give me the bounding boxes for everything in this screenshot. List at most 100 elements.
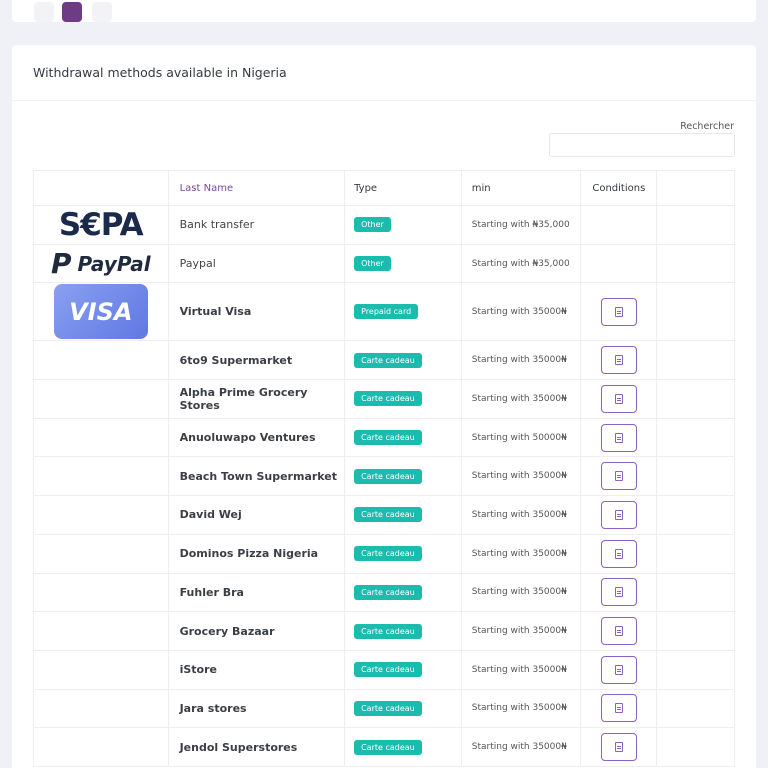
min-amount: Starting with 35000₦: [471, 355, 567, 366]
row-type-cell: Carte cadeau: [345, 418, 462, 457]
document-icon: [614, 548, 623, 559]
row-conditions-cell: [581, 496, 658, 534]
method-name: David Wej: [179, 508, 242, 522]
type-badge: Prepaid card: [354, 304, 419, 320]
row-name-cell: Grocery Bazaar: [169, 612, 346, 650]
row-logo: [34, 457, 169, 496]
min-amount: Starting with 35000₦: [471, 626, 567, 637]
table-row: VISA Virtual Visa Prepaid card Starting …: [34, 283, 734, 342]
row-name-cell: Jara stores: [169, 689, 346, 728]
document-icon: [614, 509, 623, 520]
min-amount: Starting with 35000₦: [471, 742, 567, 753]
row-spacer: [657, 341, 734, 379]
row-conditions-cell: [581, 244, 658, 283]
pagination-card: [12, 0, 756, 22]
row-type-cell: Carte cadeau: [345, 380, 462, 418]
row-spacer: [657, 380, 734, 418]
row-type-cell: Carte cadeau: [345, 573, 462, 612]
row-type-cell: Carte cadeau: [345, 650, 462, 689]
min-amount: Starting with 35000₦: [471, 306, 567, 317]
row-min-cell: Starting with 35000₦: [462, 496, 582, 534]
document-icon: [614, 626, 623, 637]
document-icon: [614, 664, 623, 675]
conditions-button[interactable]: [600, 617, 637, 646]
visa-logo: VISA: [53, 284, 148, 340]
type-badge: Carte cadeau: [354, 662, 422, 678]
type-badge: Carte cadeau: [354, 468, 422, 484]
row-spacer: [657, 612, 734, 650]
row-type-cell: Other: [345, 244, 462, 283]
row-min-cell: Starting with 35000₦: [462, 650, 582, 689]
type-badge: Carte cadeau: [354, 507, 422, 523]
header-type[interactable]: Type: [345, 171, 462, 205]
row-min-cell: Starting with 35000₦: [462, 728, 582, 766]
table-row: David Wej Carte cadeau Starting with 350…: [34, 496, 734, 535]
search-label: Rechercher: [680, 121, 734, 132]
row-spacer: [657, 457, 734, 495]
conditions-button[interactable]: [600, 694, 637, 723]
conditions-button[interactable]: [600, 297, 637, 326]
conditions-button[interactable]: [600, 578, 637, 607]
row-min-cell: Starting with 35000₦: [462, 341, 582, 380]
method-name: Virtual Visa: [179, 305, 252, 319]
row-name-cell: 6to9 Supermarket: [169, 341, 346, 380]
min-amount: Starting with 35000₦: [471, 587, 567, 598]
row-min-cell: Starting with ₦35,000: [462, 206, 582, 244]
methods-table: Last Name Type min Conditions S€PA Bank …: [33, 170, 735, 767]
method-name: Alpha Prime Grocery Stores: [179, 385, 308, 412]
conditions-button[interactable]: [600, 384, 637, 413]
row-name-cell: Beach Town Supermarket: [169, 457, 346, 496]
type-badge: Carte cadeau: [354, 430, 422, 446]
row-name-cell: Alpha Prime Grocery Stores: [169, 380, 346, 418]
row-min-cell: Starting with 35000₦: [462, 457, 582, 496]
row-name-cell: David Wej: [169, 496, 346, 534]
method-name: Paypal: [179, 257, 216, 271]
row-name-cell: Virtual Visa: [169, 283, 346, 341]
row-spacer: [657, 206, 734, 244]
pagination-button-prev[interactable]: [34, 2, 54, 22]
table-row: Anuoluwapo Ventures Carte cadeau Startin…: [34, 418, 734, 458]
document-icon: [614, 587, 623, 598]
row-logo: P PayPal: [34, 244, 169, 283]
conditions-button[interactable]: [600, 462, 637, 491]
header-min[interactable]: min: [462, 171, 582, 205]
row-name-cell: Dominos Pizza Nigeria: [169, 534, 346, 573]
pagination-button-next[interactable]: [92, 2, 112, 22]
conditions-button[interactable]: [600, 539, 637, 568]
header-conditions[interactable]: Conditions: [581, 171, 658, 205]
row-type-cell: Carte cadeau: [345, 341, 462, 380]
row-logo: [34, 689, 169, 728]
conditions-button[interactable]: [600, 346, 637, 375]
conditions-button[interactable]: [600, 500, 637, 529]
card-header: Withdrawal methods available in Nigeria: [12, 45, 756, 101]
table-row: Fuhler Bra Carte cadeau Starting with 35…: [34, 573, 734, 613]
row-min-cell: Starting with ₦35,000: [462, 244, 582, 283]
conditions-button[interactable]: [600, 423, 637, 452]
row-logo: [34, 650, 169, 689]
pagination-button-active[interactable]: [62, 2, 82, 22]
row-name-cell: Jendol Superstores: [169, 728, 346, 766]
type-badge: Carte cadeau: [354, 352, 422, 368]
card-title: Withdrawal methods available in Nigeria: [33, 65, 287, 80]
search-input[interactable]: [549, 133, 735, 157]
row-name-cell: Fuhler Bra: [169, 573, 346, 612]
method-name: Jara stores: [179, 701, 247, 715]
min-amount: Starting with 35000₦: [471, 664, 567, 675]
conditions-button[interactable]: [600, 655, 637, 684]
row-conditions-cell: [581, 283, 658, 341]
document-icon: [614, 471, 623, 482]
row-spacer: [657, 496, 734, 534]
conditions-button[interactable]: [600, 733, 637, 762]
row-type-cell: Other: [345, 206, 462, 244]
row-logo: [34, 341, 169, 380]
method-name: Beach Town Supermarket: [179, 469, 338, 483]
row-logo: [34, 728, 169, 766]
header-last-name[interactable]: Last Name: [169, 171, 346, 205]
row-type-cell: Carte cadeau: [345, 457, 462, 496]
min-amount: Starting with 35000₦: [471, 471, 567, 482]
row-conditions-cell: [581, 650, 658, 689]
row-type-cell: Carte cadeau: [345, 534, 462, 573]
document-icon: [614, 355, 623, 366]
row-logo: S€PA: [34, 206, 169, 244]
paypal-wordmark: PayPal: [77, 251, 151, 276]
